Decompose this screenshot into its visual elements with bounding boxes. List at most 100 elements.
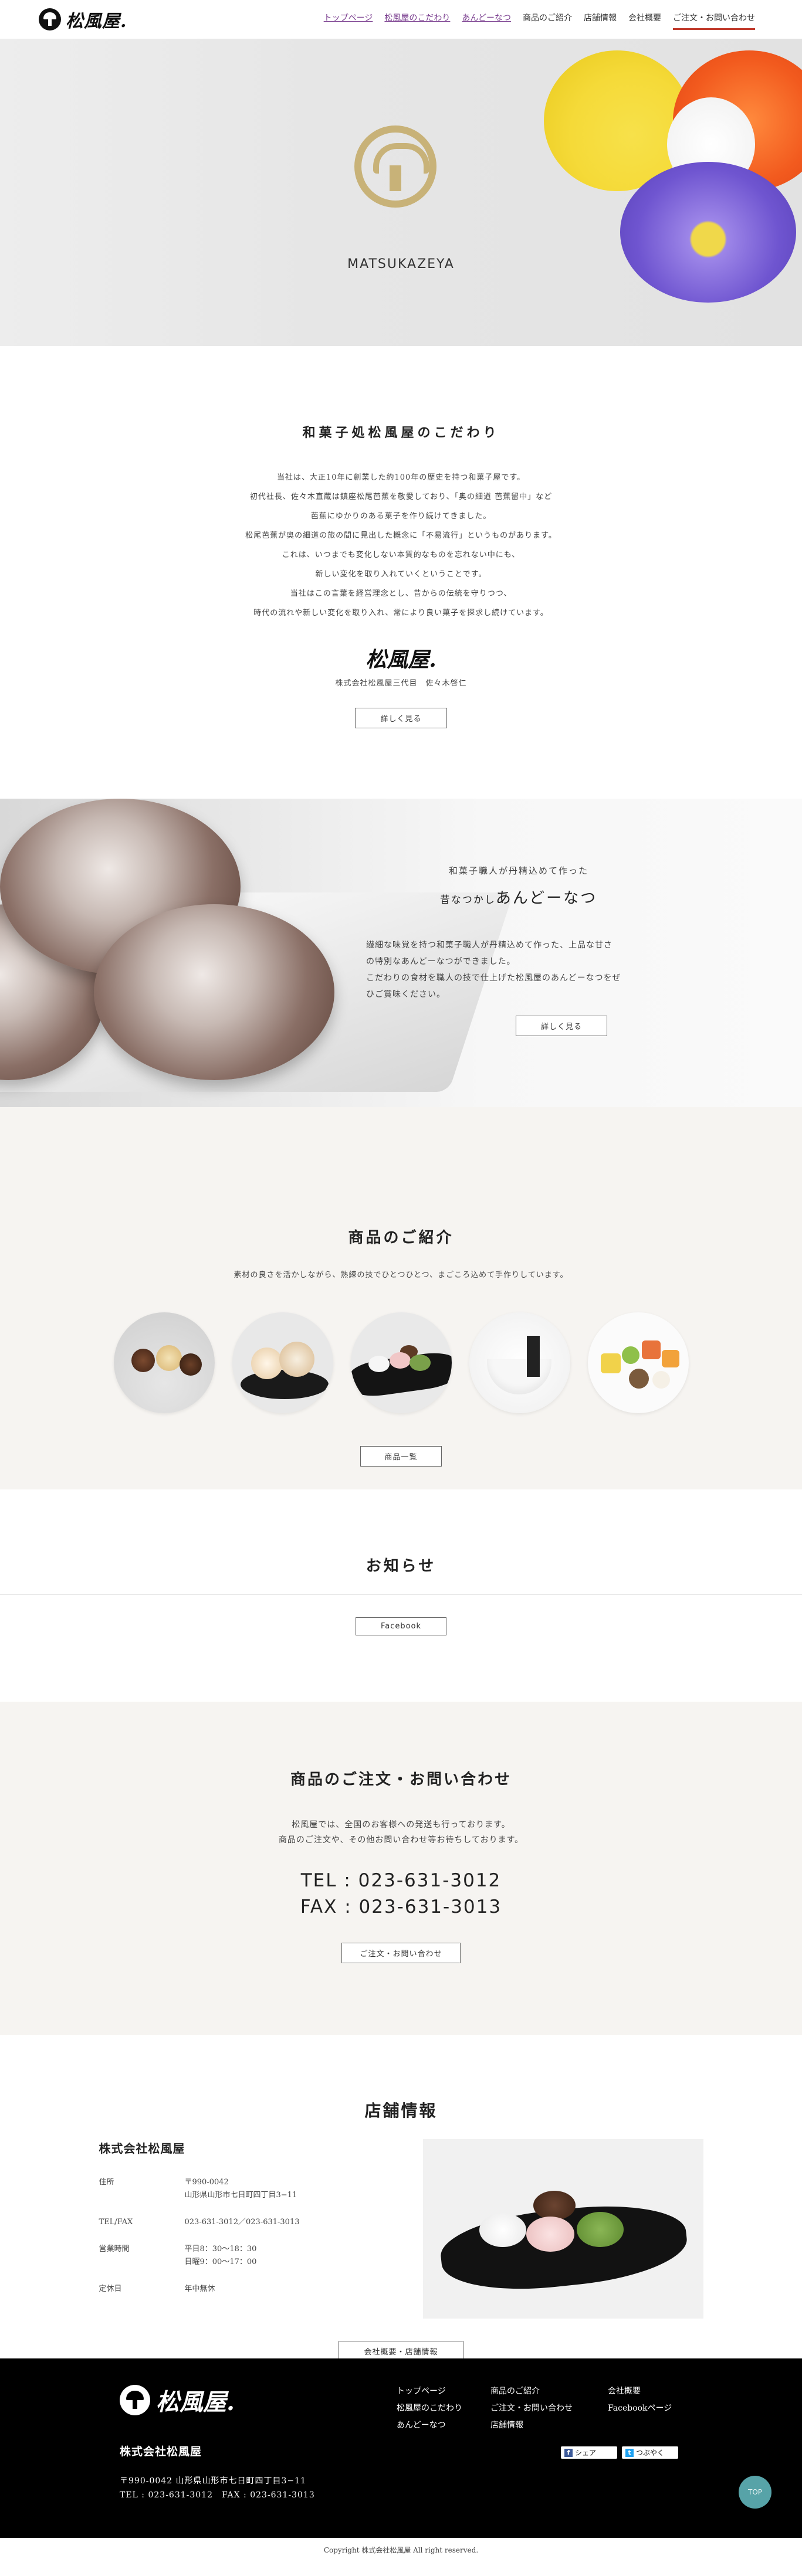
andonut-image [94, 904, 334, 1080]
info-key: 営業時間 [99, 2245, 130, 2253]
products-section: 商品のご紹介 素材の良さを活かしながら、熟練の技でひとつひとつ、まごころ込めて手… [0, 1107, 802, 1489]
nav-item-kodawari[interactable]: 松風屋のこだわり [384, 9, 450, 30]
info-value-line: 023-631-3012／023-631-3013 [184, 2218, 300, 2227]
twitter-icon: t [625, 2448, 634, 2457]
andonut-section: 和菓子職人が丹精込めて作った 昔なつかしあんどーなつ 繊細な味覚を持つ和菓子職人… [0, 799, 802, 1107]
footer-address-line: 〒990-0042 山形県山形市七日町四丁目3−11 [120, 2476, 306, 2486]
andonut-desc-line: こだわりの食材を職人の技で仕上げた松風屋のあんどーなつをぜ [366, 973, 621, 983]
product-thumbnail[interactable] [469, 1312, 570, 1413]
footer-logo[interactable]: 松風屋. [120, 2383, 315, 2417]
facebook-share-button[interactable]: f シェア [561, 2446, 617, 2459]
shop-title: 店舗情報 [364, 2101, 438, 2120]
nav-item-company[interactable]: 会社概要 [628, 9, 661, 30]
footer-nav-col: トップページ 松風屋のこだわり あんどーなつ [397, 2383, 473, 2434]
footer-link-top[interactable]: トップページ [397, 2383, 473, 2400]
andonut-title: 昔なつかしあんどーなつ [366, 886, 671, 908]
footer-link-andonut[interactable]: あんどーなつ [397, 2417, 473, 2434]
andonut-desc-line: の特別なあんどーなつができました。 [366, 957, 516, 966]
shop-info-row: 株式会社松風屋 住所 〒990-0042 山形県山形市七日町四丁目3−11 TEL… [99, 2139, 703, 2319]
andonut-title-big: あんどーなつ [495, 890, 598, 907]
andonut-detail-button[interactable]: 詳しく見る [516, 1016, 608, 1036]
info-value: 平日8：30〜18：30 日曜9：00〜17：00 [185, 2236, 404, 2276]
logo-text: 松風屋. [66, 11, 127, 32]
footer-link-company[interactable]: 会社概要 [608, 2383, 684, 2400]
footer-company: 松風屋. 株式会社松風屋 〒990-0042 山形県山形市七日町四丁目3−11 … [120, 2383, 315, 2502]
news-title: お知らせ [366, 1557, 436, 1575]
contact-lead-line: 商品のご注文や、その他お問い合わせ等お待ちしております。 [278, 1835, 524, 1845]
kodawari-line: 当社はこの言葉を経営理念とし、昔からの伝統を守りつつ、 [290, 589, 512, 598]
footer-link-products[interactable]: 商品のご紹介 [490, 2383, 590, 2400]
shop-info: 株式会社松風屋 住所 〒990-0042 山形県山形市七日町四丁目3−11 TEL… [99, 2139, 404, 2319]
matsukazeya-emblem-icon [39, 8, 61, 30]
info-key: TEL/FAX [99, 2218, 133, 2227]
facebook-icon: f [564, 2448, 573, 2457]
product-thumbnail[interactable] [350, 1312, 452, 1413]
footer-contact-line: TEL : 023-631-3012 FAX : 023-631-3013 [120, 2490, 315, 2500]
footer-link-facebook[interactable]: Facebookページ [608, 2400, 684, 2417]
info-value: 023-631-3012／023-631-3013 [185, 2209, 404, 2236]
contact-lead-line: 松風屋では、全国のお客様への発送も行っております。 [292, 1820, 510, 1830]
product-thumbnails [0, 1312, 802, 1413]
kodawari-line: 新しい変化を取り入れていくということです。 [315, 570, 487, 579]
info-key: 定休日 [99, 2285, 122, 2293]
kodawari-section: 和菓子処松風屋のこだわり 当社は、大正10年に創業した約100年の歴史を持つ和菓… [0, 346, 802, 799]
site-logo[interactable]: 松風屋. [39, 6, 127, 32]
contact-section: 商品のご注文・お問い合わせ 松風屋では、全国のお客様への発送も行っております。 … [0, 1702, 802, 2035]
contact-numbers: TEL : 023-631-3012 FAX : 023-631-3013 [0, 1868, 802, 1920]
product-thumbnail[interactable] [113, 1312, 215, 1413]
nav-item-top[interactable]: トップページ [324, 9, 373, 30]
info-value-line: 〒990-0042 [184, 2178, 229, 2187]
info-value-line: 年中無休 [184, 2285, 215, 2293]
andonut-description: 繊細な味覚を持つ和菓子職人が丹精込めて作った、上品な甘さ の特別なあんどーなつが… [366, 937, 671, 1003]
shop-photo [422, 2139, 703, 2319]
nav-item-products[interactable]: 商品のご紹介 [523, 9, 572, 30]
info-value-line: 平日8：30〜18：30 [184, 2245, 257, 2253]
nav-item-shop[interactable]: 店舗情報 [584, 9, 617, 30]
nav-item-andonut[interactable]: あんどーなつ [462, 9, 511, 30]
footer-nav: トップページ 松風屋のこだわり あんどーなつ 商品のご紹介 ご注文・お問い合わせ… [397, 2383, 684, 2434]
andonut-subtitle: 和菓子職人が丹精込めて作った [448, 866, 588, 876]
table-row: 住所 〒990-0042 山形県山形市七日町四丁目3−11 [99, 2169, 404, 2209]
signature-caption: 株式会社松風屋三代目 佐々木啓仁 [335, 679, 467, 688]
products-title: 商品のご紹介 [348, 1229, 454, 1247]
global-nav: トップページ 松風屋のこだわり あんどーなつ 商品のご紹介 店舗情報 会社概要 … [324, 9, 755, 30]
footer-company-name: 株式会社松風屋 [120, 2445, 202, 2458]
contact-fax: FAX : 023-631-3013 [300, 1896, 502, 1917]
info-value-line: 日曜9：00〜17：00 [184, 2258, 257, 2266]
news-section: お知らせ Facebook [0, 1489, 802, 1702]
products-lead: 素材の良さを活かしながら、熟練の技でひとつひとつ、まごころ込めて手作りしています… [234, 1271, 568, 1279]
kodawari-line: 初代社長、佐々木直蔵は鎮座松尾芭蕉を敬愛しており、「奥の細道 芭蕉留中」など [249, 493, 553, 501]
contact-title: 商品のご注文・お問い合わせ [290, 1771, 512, 1788]
hero-wagashi-image [520, 39, 802, 344]
table-row: 定休日 年中無休 [99, 2276, 404, 2303]
footer-logo-text: 松風屋. [156, 2388, 235, 2416]
product-list-button[interactable]: 商品一覧 [360, 1446, 442, 1467]
kodawari-line: 芭蕉にゆかりのある菓子を作り続けてきました。 [310, 512, 492, 521]
contact-button[interactable]: ご注文・お問い合わせ [341, 1943, 461, 1963]
page-top-button[interactable]: TOP [739, 2476, 771, 2509]
share-label: シェア [575, 2449, 597, 2457]
kodawari-text: 当社は、大正10年に創業した約100年の歴史を持つ和菓子屋です。 初代社長、佐々… [0, 468, 802, 623]
shop-name: 株式会社松風屋 [99, 2141, 185, 2156]
footer-nav-col: 商品のご紹介 ご注文・お問い合わせ 店舗情報 [490, 2383, 590, 2434]
hero: MATSUKAZEYA [0, 39, 802, 346]
news-divider [0, 1594, 802, 1595]
footer-link-contact[interactable]: ご注文・お問い合わせ [490, 2400, 590, 2417]
footer-link-shop[interactable]: 店舗情報 [490, 2417, 590, 2434]
twitter-tweet-button[interactable]: t つぶやく [622, 2446, 678, 2459]
facebook-button[interactable]: Facebook [355, 1617, 447, 1635]
kodawari-detail-button[interactable]: 詳しく見る [355, 708, 447, 728]
signature-logo: 松風屋. [366, 647, 436, 672]
andonut-desc-line: ひご賞味ください。 [366, 990, 445, 999]
footer-link-kodawari[interactable]: 松風屋のこだわり [397, 2400, 473, 2417]
andonut-desc-line: 繊細な味覚を持つ和菓子職人が丹精込めて作った、上品な甘さ [366, 941, 613, 950]
nav-item-contact[interactable]: ご注文・お問い合わせ [673, 9, 755, 30]
matsukazeya-emblem-icon [120, 2385, 150, 2415]
info-key: 住所 [99, 2178, 114, 2187]
product-thumbnail[interactable] [587, 1312, 689, 1413]
contact-tel: TEL : 023-631-3012 [300, 1870, 502, 1891]
info-value-line: 山形県山形市七日町四丁目3−11 [184, 2191, 297, 2200]
andonut-copy: 和菓子職人が丹精込めて作った 昔なつかしあんどーなつ 繊細な味覚を持つ和菓子職人… [366, 864, 671, 1036]
product-thumbnail[interactable] [232, 1312, 333, 1413]
info-value: 〒990-0042 山形県山形市七日町四丁目3−11 [185, 2169, 404, 2209]
